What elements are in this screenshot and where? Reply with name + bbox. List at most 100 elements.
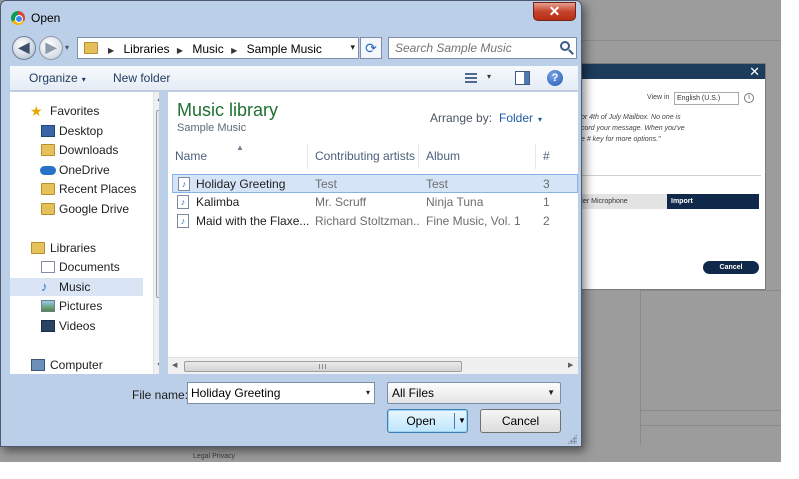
help-icon[interactable]: ? — [547, 70, 563, 86]
recent-places-icon — [41, 183, 55, 195]
sidebar-item-google-drive[interactable]: Google Drive — [10, 200, 143, 218]
view-options-dropdown-icon[interactable]: ▾ — [487, 72, 491, 81]
microphone-tab[interactable]: ter Microphone — [581, 194, 667, 209]
title-bar[interactable]: Open ✕ — [1, 1, 581, 33]
column-header-artists[interactable]: Contributing artists — [308, 144, 419, 169]
audio-file-icon: ♪ — [177, 195, 189, 209]
table-row[interactable]: ♪ Kalimba Mr. Scruff Ninja Tuna 1 — [172, 193, 578, 212]
file-name-cell: Kalimba — [196, 195, 240, 209]
file-type-select[interactable]: All Files ▼ — [387, 382, 561, 404]
forward-button[interactable]: ▶ — [39, 36, 63, 60]
table-row[interactable]: ♪ Maid with the Flaxe... Richard Stoltzm… — [172, 212, 578, 231]
audio-file-icon: ♪ — [178, 177, 190, 191]
breadcrumb-sample-music[interactable]: Sample Music — [247, 42, 322, 56]
folder-icon — [84, 42, 98, 54]
arrange-by-dropdown[interactable]: Folder ▾ — [499, 111, 542, 125]
address-dropdown-icon[interactable]: ▾ — [350, 42, 355, 53]
track-cell: 1 — [543, 195, 550, 209]
chevron-down-icon: ▼ — [547, 388, 555, 397]
dialog-title: Open — [31, 11, 61, 25]
breadcrumb-libraries[interactable]: Libraries — [124, 42, 170, 56]
audio-file-icon: ♪ — [177, 214, 189, 228]
recent-locations-dropdown[interactable]: ▾ — [65, 43, 69, 52]
arrange-by-label: Arrange by: — [430, 111, 493, 125]
file-name-cell: Maid with the Flaxe... — [196, 214, 310, 228]
search-input[interactable] — [395, 41, 555, 55]
address-bar[interactable]: ▶ Libraries ▶ Music ▶ Sample Music ▾ — [77, 37, 359, 59]
navigation-scrollbar[interactable]: ▲ ▼ — [153, 92, 159, 374]
sidebar-item-label: Videos — [59, 319, 96, 333]
sidebar-item-documents[interactable]: Documents — [10, 258, 143, 276]
scroll-down-icon[interactable]: ▼ — [156, 362, 159, 369]
scrollbar-grip — [319, 364, 327, 369]
file-name-field[interactable]: ▾ — [187, 382, 375, 404]
chevron-right-icon[interactable]: ▶ — [177, 46, 183, 55]
horizontal-scrollbar[interactable]: ◀ ▶ — [168, 357, 578, 374]
view-in-label: View in — [647, 94, 670, 101]
scroll-right-icon[interactable]: ▶ — [568, 361, 573, 369]
refresh-button[interactable]: ⟳ — [360, 37, 382, 59]
chevron-right-icon: ▶ — [108, 46, 115, 55]
sidebar-item-videos[interactable]: Videos — [10, 317, 143, 335]
sidebar-item-computer[interactable]: Computer — [10, 356, 143, 374]
back-button[interactable]: ◀ — [12, 36, 36, 60]
star-icon: ★ — [30, 103, 43, 119]
sidebar-item-desktop[interactable]: Desktop — [10, 122, 143, 140]
libraries-icon — [31, 242, 45, 254]
chevron-right-icon[interactable]: ▶ — [231, 46, 237, 55]
preview-pane-icon[interactable] — [515, 71, 530, 85]
change-view-icon[interactable] — [465, 73, 477, 83]
column-header-name[interactable]: ▲ Name — [168, 143, 308, 169]
sort-ascending-icon: ▲ — [236, 143, 244, 152]
scrollbar-thumb[interactable] — [184, 361, 462, 372]
command-toolbar: Organize ▾ New folder ▾ ? — [10, 66, 578, 91]
google-drive-folder-icon — [41, 203, 55, 215]
sidebar-item-downloads[interactable]: Downloads — [10, 141, 143, 159]
chevron-down-icon: ▾ — [538, 115, 543, 124]
background-footer: Legal Privacy — [193, 453, 236, 460]
column-header-label: Name — [175, 149, 208, 163]
language-select[interactable]: English (U.S.) — [674, 92, 739, 105]
album-cell: Test — [426, 177, 449, 191]
cancel-button[interactable]: Cancel — [480, 409, 561, 433]
organize-button[interactable]: Organize ▾ — [29, 71, 86, 85]
organize-label: Organize — [29, 71, 78, 85]
new-folder-button[interactable]: New folder — [113, 71, 170, 85]
column-header-track-number[interactable]: # — [536, 144, 578, 169]
artist-cell: Test — [315, 177, 338, 191]
open-options-dropdown-icon[interactable]: ▼ — [458, 416, 466, 425]
sidebar-item-favorites[interactable]: ★ Favorites — [10, 102, 143, 120]
sidebar-item-label: Music — [59, 280, 91, 294]
web-modal-close-icon[interactable]: ✕ — [749, 64, 760, 79]
pictures-icon — [41, 300, 55, 312]
background-divider — [580, 40, 781, 41]
sidebar-item-libraries[interactable]: Libraries — [10, 239, 143, 257]
file-name-label: File name: — [132, 388, 189, 402]
navigation-pane: ★ Favorites Desktop Downloads OneDrive R… — [10, 92, 159, 374]
column-header-album[interactable]: Album — [419, 144, 536, 169]
downloads-folder-icon — [41, 144, 55, 156]
background-panel-row — [640, 410, 781, 426]
help-circle-icon[interactable]: i — [744, 93, 754, 103]
search-icon[interactable] — [560, 41, 570, 51]
search-box[interactable] — [388, 37, 577, 59]
import-tab[interactable]: Import — [667, 194, 759, 209]
open-button[interactable]: Open ▼ — [387, 409, 468, 433]
close-button[interactable]: ✕ — [533, 2, 576, 21]
sidebar-item-recent-places[interactable]: Recent Places — [10, 180, 143, 198]
sidebar-item-music[interactable]: ♪ Music — [10, 278, 143, 296]
resize-grip-icon[interactable] — [567, 434, 577, 444]
scroll-up-icon[interactable]: ▲ — [156, 96, 159, 103]
table-row[interactable]: ♪ Holiday Greeting Test Test 3 — [172, 174, 578, 193]
file-name-dropdown-icon[interactable]: ▾ — [366, 388, 370, 397]
file-name-input[interactable] — [191, 386, 356, 400]
scrollbar-thumb[interactable] — [156, 110, 159, 298]
chrome-app-icon — [11, 11, 25, 25]
scroll-left-icon[interactable]: ◀ — [172, 361, 177, 369]
breadcrumb-music[interactable]: Music — [192, 42, 223, 56]
sidebar-item-onedrive[interactable]: OneDrive — [10, 161, 143, 179]
open-dialog: Open ✕ ◀ ▶ ▾ ▶ Libraries ▶ Music ▶ Sampl… — [0, 0, 582, 447]
web-cancel-button[interactable]: Cancel — [703, 261, 759, 274]
sidebar-item-label: Favorites — [50, 104, 100, 118]
sidebar-item-pictures[interactable]: Pictures — [10, 297, 143, 315]
